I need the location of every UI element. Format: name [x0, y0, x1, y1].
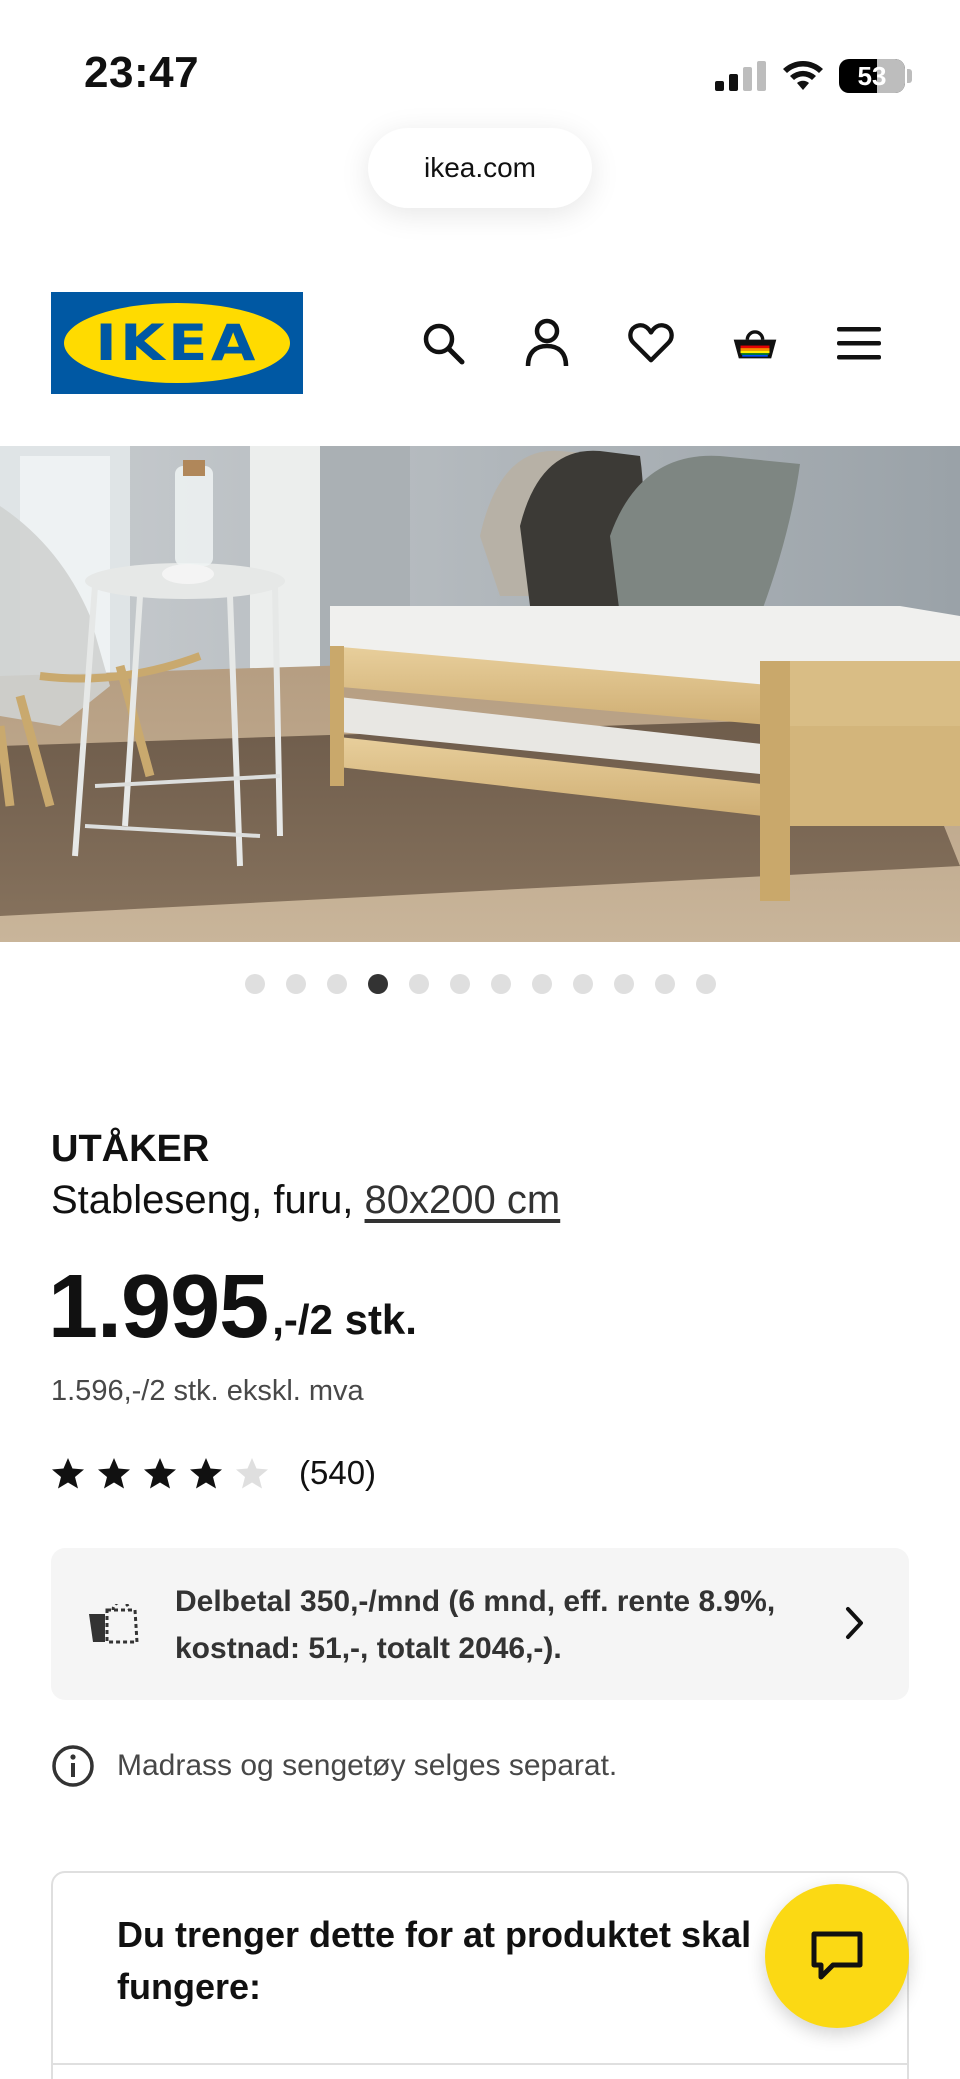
chevron-right-icon: [846, 1607, 863, 1639]
gallery-dot[interactable]: [573, 974, 593, 994]
gallery-dot[interactable]: [327, 974, 347, 994]
battery-icon: 53: [839, 59, 905, 93]
product-image[interactable]: [0, 446, 960, 942]
price-ex-vat: 1.596,-/2 stk. ekskl. mva: [51, 1375, 364, 1407]
product-name: UTÅKER: [51, 1128, 210, 1170]
gallery-dot[interactable]: [696, 974, 716, 994]
gallery-dot[interactable]: [368, 974, 388, 994]
basket-icon[interactable]: [732, 315, 778, 371]
star-filled-icon: [98, 1457, 130, 1488]
status-icons: 53: [715, 56, 912, 96]
status-time: 23:47: [84, 48, 200, 97]
notice-text: Madrass og sengetøy selges separat.: [117, 1749, 618, 1782]
signal-icon: [715, 61, 766, 91]
info-icon: [52, 1745, 94, 1787]
rating-stars: [51, 1457, 269, 1490]
star-empty-icon: [236, 1457, 268, 1488]
ikea-logo[interactable]: IKEA: [51, 292, 303, 394]
product-description: Stableseng, furu, 80x200 cm: [51, 1178, 560, 1223]
wifi-icon: [783, 61, 823, 90]
price: 1.995 ,-/2 stk.: [48, 1262, 417, 1352]
rating-count: (540): [299, 1454, 377, 1491]
price-suffix: ,-/2 stk.: [272, 1296, 417, 1343]
gallery-dot[interactable]: [655, 974, 675, 994]
gallery-dot[interactable]: [450, 974, 470, 994]
star-filled-icon: [190, 1457, 222, 1488]
battery-level: 53: [857, 60, 887, 91]
status-bar: 23:47 53: [0, 0, 960, 130]
installment-text: Delbetal 350,-/mnd (6 mnd, eff. rente 8.…: [175, 1585, 776, 1665]
account-icon[interactable]: [524, 315, 570, 371]
gallery-dots: [245, 974, 716, 994]
divider: [53, 2063, 907, 2065]
size-link[interactable]: 80x200 cm: [365, 1178, 561, 1222]
star-filled-icon: [52, 1457, 84, 1488]
url-bar[interactable]: ikea.com: [368, 128, 592, 208]
notice: Madrass og sengetøy selges separat.: [51, 1744, 617, 1788]
installment-payment-box[interactable]: Delbetal 350,-/mnd (6 mnd, eff. rente 8.…: [51, 1548, 909, 1700]
chat-button[interactable]: [765, 1884, 909, 2028]
chat-icon: [811, 1931, 863, 1980]
price-main: 1.995: [48, 1257, 269, 1357]
gallery-dot[interactable]: [614, 974, 634, 994]
logo-text: IKEA: [95, 314, 259, 372]
menu-icon[interactable]: [836, 315, 882, 371]
url-text: ikea.com: [423, 152, 537, 183]
search-icon[interactable]: [420, 315, 466, 371]
gallery-dot[interactable]: [245, 974, 265, 994]
star-filled-icon: [144, 1457, 176, 1488]
gallery-dot[interactable]: [532, 974, 552, 994]
required-products-title: Du trenger dette for at produktet skal f…: [117, 1914, 752, 2007]
heart-icon[interactable]: [628, 315, 674, 371]
header-nav: [420, 315, 882, 371]
installment-icon: [89, 1604, 139, 1644]
gallery-dot[interactable]: [286, 974, 306, 994]
rating[interactable]: (540): [51, 1454, 376, 1492]
gallery-dot[interactable]: [491, 974, 511, 994]
gallery-dot[interactable]: [409, 974, 429, 994]
product-type: Stableseng, furu,: [51, 1178, 365, 1222]
